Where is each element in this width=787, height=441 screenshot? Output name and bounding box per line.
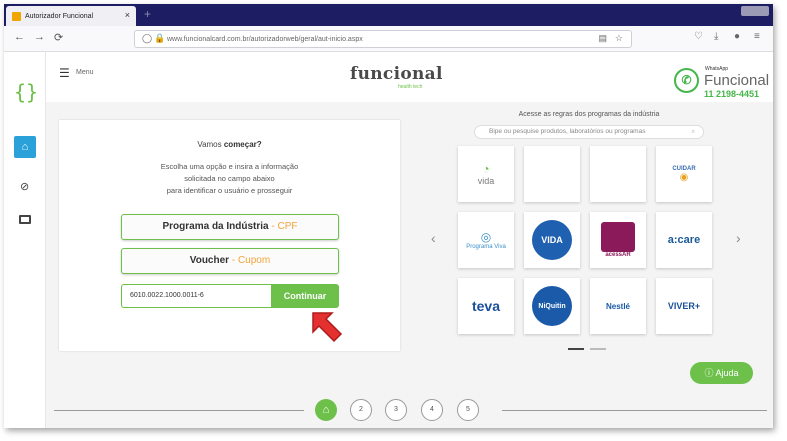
start-card: Vamos começar? Escolha uma opção e insir… [59, 120, 400, 351]
funcional-logo: funcional [350, 64, 443, 84]
vida-logo-icon: ◔ [482, 162, 490, 176]
step-3[interactable]: 3 [385, 399, 407, 421]
reload-icon[interactable]: ⟳ [54, 31, 63, 44]
program-tile-vida-blue[interactable]: VIDA [524, 212, 580, 268]
programs-title: Acesse as regras dos programas da indúst… [518, 111, 660, 118]
carousel-next-icon[interactable]: › [736, 230, 741, 246]
cuidar-logo-icon: ◉ [679, 171, 689, 183]
pocket-icon[interactable]: ♡ [694, 31, 703, 42]
program-tile-acare[interactable]: a:care [656, 212, 712, 268]
sidebar-block-icon[interactable]: ⊘ [20, 180, 29, 193]
window-controls[interactable] [741, 6, 769, 16]
browser-tab[interactable]: Autorizador Funcional × [6, 6, 136, 26]
carousel-dot-active[interactable] [568, 348, 584, 350]
stepper-line-left [54, 410, 304, 411]
programs-search-input[interactable]: Bipe ou pesquise produtos, laboratórios … [474, 125, 704, 139]
reader-icon[interactable]: ▤ [598, 33, 607, 44]
step-2[interactable]: 2 [350, 399, 372, 421]
program-tile-nestle[interactable]: Nestlé [590, 278, 646, 334]
url-bar[interactable]: ◯ 🔒 www.funcionalcard.com.br/autorizador… [134, 30, 632, 48]
step-4[interactable]: 4 [421, 399, 443, 421]
sidebar-card-icon[interactable] [19, 215, 31, 224]
program-tile-empty-2[interactable] [590, 146, 646, 202]
program-tile-vida[interactable]: ◔ vida [458, 146, 514, 202]
carousel-prev-icon[interactable]: ‹ [431, 230, 436, 246]
program-tile-programa-viva[interactable]: ◎ Programa Viva [458, 212, 514, 268]
program-tile-cuidar[interactable]: CUIDAR ◉ [656, 146, 712, 202]
hamburger-icon[interactable]: ☰ [59, 66, 70, 80]
app-header: ☰ Menu funcional health tech ✆ WhatsApp … [4, 52, 773, 102]
logo-subtitle: health tech [398, 84, 423, 90]
menu-label[interactable]: Menu [76, 69, 94, 76]
bookmark-star-icon[interactable]: ☆ [615, 33, 623, 44]
card-description: Escolha uma opção e insira a informação … [160, 162, 299, 195]
url-text: www.funcionalcard.com.br/autorizadorweb/… [167, 35, 363, 43]
program-tile-acessar[interactable]: acessAR [590, 212, 646, 268]
search-icon[interactable]: ⌕ [692, 126, 695, 138]
program-tile-niquitin[interactable]: NiQuitin [524, 278, 580, 334]
download-icon[interactable]: ⤓ [714, 31, 718, 42]
program-tile-viver[interactable]: VIVER+ [656, 278, 712, 334]
voucher-button[interactable]: Voucher - Cupom [121, 248, 339, 274]
lock-icon: 🔒 [154, 33, 166, 43]
vida-badge-icon: VIDA [532, 220, 572, 260]
account-icon[interactable]: ● [734, 31, 740, 42]
whatsapp-phone[interactable]: 11 2198-4451 [704, 89, 759, 99]
forward-icon[interactable]: → [34, 31, 45, 43]
program-tile-empty-1[interactable] [524, 146, 580, 202]
program-tile-teva[interactable]: teva [458, 278, 514, 334]
programa-industria-button[interactable]: Programa da Indústria - CPF [121, 214, 339, 240]
sidebar: {} ⌂ ⊘ [4, 52, 46, 428]
back-icon[interactable]: ← [14, 31, 25, 43]
card-title: Vamos começar? [197, 140, 262, 149]
whatsapp-brand: Funcional [704, 72, 770, 89]
extensions-icon[interactable]: ≡ [754, 31, 760, 42]
continuar-button[interactable]: Continuar [271, 284, 339, 308]
whatsapp-icon[interactable]: ✆ [674, 68, 699, 93]
braces-logo-icon: {} [14, 80, 39, 104]
new-tab-icon[interactable]: + [144, 7, 151, 21]
nav-bar: ← → ⟳ ◯ 🔒 www.funcionalcard.com.br/autor… [4, 26, 773, 52]
step-home-icon[interactable]: ⌂ [315, 399, 337, 421]
shield-icon: ◯ [142, 33, 153, 43]
viva-logo-icon: ◎ [480, 230, 492, 244]
search-placeholder: Bipe ou pesquise produtos, laboratórios … [489, 128, 646, 135]
tab-close-icon[interactable]: × [125, 10, 130, 20]
stepper-line-right [502, 410, 767, 411]
sidebar-home-icon[interactable]: ⌂ [14, 136, 36, 158]
acessar-logo-icon [601, 222, 635, 252]
tab-bar: Autorizador Funcional × + [4, 4, 773, 26]
tab-title: Autorizador Funcional [25, 12, 94, 20]
favicon-icon [12, 11, 21, 21]
red-arrow-annotation [312, 312, 343, 343]
code-input[interactable]: 6010.0022.1000.0011-6 [121, 284, 271, 308]
help-icon: ⓘ [704, 368, 716, 378]
help-button[interactable]: ⓘ Ajuda [690, 362, 753, 384]
step-5[interactable]: 5 [457, 399, 479, 421]
carousel-dot[interactable] [590, 348, 606, 350]
niquitin-badge-icon: NiQuitin [532, 286, 572, 326]
browser-window: Autorizador Funcional × + ← → ⟳ ◯ 🔒 www.… [4, 4, 773, 428]
